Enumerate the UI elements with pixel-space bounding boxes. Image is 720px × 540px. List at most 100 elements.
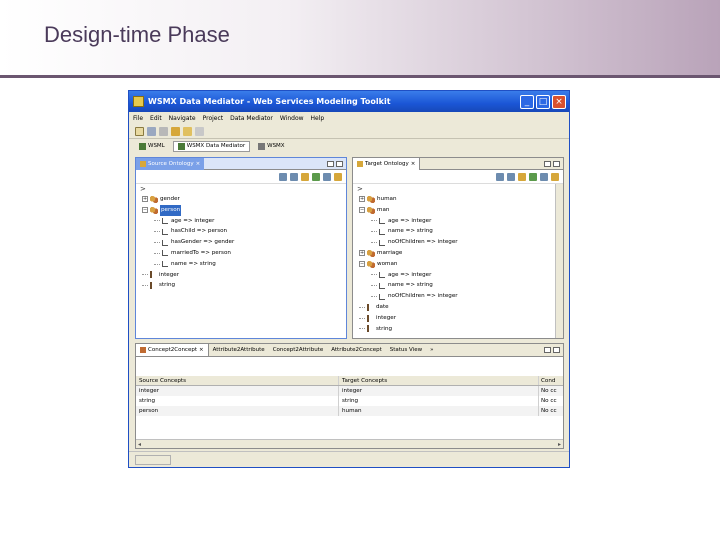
tree-item[interactable]: age => integer: [136, 216, 346, 227]
tree-item[interactable]: string: [136, 280, 346, 291]
attribute-icon: [379, 282, 385, 289]
perspective-data-mediator[interactable]: WSMX Data Mediator: [172, 140, 251, 152]
forward-icon[interactable]: [195, 127, 204, 136]
menu-help[interactable]: Help: [311, 115, 325, 122]
target-ontology-tree: + human − man age => integer name => string no…: [353, 194, 563, 334]
table-row[interactable]: integer integer No cc: [136, 386, 563, 396]
tree-icon[interactable]: [312, 172, 320, 181]
tree-item[interactable]: marriedTo => person: [136, 248, 346, 259]
tree-item[interactable]: age => integer: [353, 216, 563, 227]
tree-icon[interactable]: [529, 172, 537, 181]
close-tab-icon[interactable]: ×: [196, 161, 201, 167]
tree-item[interactable]: − person: [136, 204, 346, 216]
tree-item[interactable]: integer: [353, 313, 563, 324]
tree-item[interactable]: − woman: [353, 259, 563, 270]
menu-edit[interactable]: Edit: [150, 115, 162, 122]
new-icon[interactable]: [135, 127, 144, 136]
tab-attribute2attribute[interactable]: Attribute2Attribute: [209, 344, 269, 356]
expand-node-icon[interactable]: +: [142, 196, 148, 203]
tab-concept2concept[interactable]: Concept2Concept ×: [136, 344, 209, 356]
title-bar[interactable]: WSMX Data Mediator - Web Services Modeli…: [129, 91, 569, 112]
expand-node-icon[interactable]: +: [359, 196, 365, 203]
collapse-node-icon[interactable]: −: [359, 261, 365, 268]
menu-navigate[interactable]: Navigate: [169, 115, 196, 122]
maximize-view-icon[interactable]: [553, 160, 560, 167]
expand-node-icon[interactable]: +: [359, 250, 365, 257]
maximize-view-icon[interactable]: [553, 347, 560, 353]
tree-item[interactable]: integer: [136, 270, 346, 281]
close-tab-icon[interactable]: ×: [199, 347, 204, 353]
maximize-button[interactable]: □: [536, 94, 550, 109]
tree-item[interactable]: string: [353, 324, 563, 335]
tree-item[interactable]: + gender: [136, 194, 346, 205]
menu-file[interactable]: File: [133, 115, 143, 122]
attribute-icon: [162, 250, 168, 257]
folder-icon[interactable]: [301, 172, 309, 181]
table-row[interactable]: string string No cc: [136, 396, 563, 406]
minimize-view-icon[interactable]: [544, 160, 551, 167]
collapse-node-icon[interactable]: −: [359, 207, 365, 214]
tree-connector: [371, 242, 377, 244]
more-tabs-chevron[interactable]: »: [426, 344, 437, 356]
expand-icon[interactable]: [290, 172, 298, 181]
tree-item[interactable]: noOfChildren => integer: [353, 237, 563, 248]
tree-item-label: marriage: [377, 249, 403, 256]
tree-item[interactable]: name => string: [353, 280, 563, 291]
tab-concept2attribute[interactable]: Concept2Attribute: [269, 344, 328, 356]
tree-connector: [371, 296, 377, 298]
collapse-node-icon[interactable]: −: [142, 207, 148, 214]
filter-icon[interactable]: [323, 172, 331, 181]
tree-item[interactable]: − man: [353, 205, 563, 216]
tab-source-ontology[interactable]: Source Ontology ×: [136, 157, 205, 170]
tree-item[interactable]: name => string: [353, 226, 563, 237]
minimize-button[interactable]: _: [520, 94, 534, 109]
tree-item[interactable]: + human: [353, 194, 563, 205]
tab-attribute2concept[interactable]: Attribute2Concept: [327, 344, 386, 356]
tab-status-view[interactable]: Status View: [386, 344, 426, 356]
tree-item[interactable]: hasChild => person: [136, 226, 346, 237]
folder-icon[interactable]: [518, 172, 526, 181]
minimize-view-icon[interactable]: [544, 347, 551, 353]
perspective-wsmx[interactable]: WSMX: [254, 142, 288, 151]
expand-icon[interactable]: [507, 172, 515, 181]
scroll-left-icon[interactable]: ◂: [138, 441, 141, 448]
maximize-view-icon[interactable]: [336, 160, 343, 167]
minimize-view-icon[interactable]: [327, 160, 334, 167]
target-input-prompt[interactable]: >: [353, 184, 563, 194]
perspective-wsml[interactable]: WSML: [135, 142, 169, 151]
back-icon[interactable]: [183, 127, 192, 136]
horizontal-scrollbar[interactable]: ◂ ▸: [136, 439, 563, 448]
source-view-toolbar: [136, 170, 346, 184]
column-header[interactable]: Target Concepts: [339, 376, 539, 385]
collapse-icon[interactable]: [496, 172, 504, 181]
column-header[interactable]: Source Concepts: [136, 376, 339, 385]
open-folder-icon[interactable]: [171, 127, 180, 136]
tree-item[interactable]: noOfChildren => integer: [353, 291, 563, 302]
tree-item[interactable]: age => integer: [353, 270, 563, 281]
filter-icon[interactable]: [540, 172, 548, 181]
menu-window[interactable]: Window: [280, 115, 304, 122]
close-button[interactable]: ×: [552, 94, 566, 109]
tab-target-ontology[interactable]: Target Ontology ×: [353, 157, 421, 170]
tree-item[interactable]: name => string: [136, 259, 346, 270]
tree-item-label: noOfChildren => integer: [388, 239, 458, 246]
source-input-prompt[interactable]: >: [136, 184, 346, 194]
table-row[interactable]: person human No cc: [136, 406, 563, 416]
concept-icon: [367, 249, 375, 257]
tree-item[interactable]: date: [353, 302, 563, 313]
menu-project[interactable]: Project: [203, 115, 224, 122]
sort-icon[interactable]: [334, 172, 342, 181]
target-vertical-scrollbar[interactable]: [555, 184, 563, 338]
collapse-icon[interactable]: [279, 172, 287, 181]
tree-item[interactable]: + marriage: [353, 248, 563, 259]
save-icon[interactable]: [147, 127, 156, 136]
menu-data-mediator[interactable]: Data Mediator: [230, 115, 273, 122]
column-header[interactable]: Cond: [539, 376, 559, 385]
app-window: WSMX Data Mediator - Web Services Modeli…: [128, 90, 570, 468]
scroll-right-icon[interactable]: ▸: [558, 441, 561, 448]
tree-item[interactable]: hasGender => gender: [136, 237, 346, 248]
print-icon[interactable]: [159, 127, 168, 136]
sort-icon[interactable]: [551, 172, 559, 181]
close-tab-icon[interactable]: ×: [411, 161, 416, 167]
concept-icon: [150, 195, 158, 203]
